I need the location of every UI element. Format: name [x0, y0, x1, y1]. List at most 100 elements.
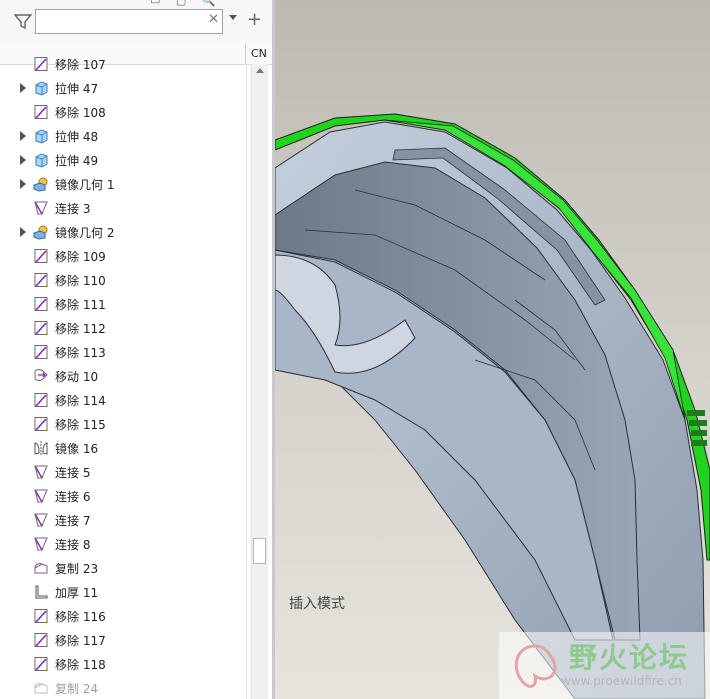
tree-item-label: 连接 7 — [55, 514, 91, 528]
tree-item-label: 镜像几何 2 — [55, 226, 115, 240]
connect-icon — [33, 488, 49, 504]
tree-item[interactable]: 移除 113 — [0, 340, 244, 364]
toolbar-icons[interactable]: ▭ ▢ 🔍 — [150, 0, 221, 7]
model-tree: 移除 107 拉伸 47 移除 108 拉伸 48 拉伸 49 镜像几何 1 连接 3 镜像几… — [0, 54, 244, 699]
forum-watermark: 野火论坛 www.proewildfire.cn — [499, 632, 710, 699]
tree-item-label: 移除 107 — [55, 58, 106, 72]
tree-item-label: 连接 3 — [55, 202, 91, 216]
tree-item-label: 镜像 16 — [55, 442, 99, 456]
tree-item-label: 移除 118 — [55, 658, 106, 672]
copy-icon — [33, 560, 49, 576]
expand-chevron-right-icon[interactable] — [20, 131, 26, 141]
tree-item[interactable]: 移除 115 — [0, 412, 244, 436]
tree-toolbar: ▭ ▢ 🔍 ✕ + — [0, 0, 272, 48]
tree-item[interactable]: 镜像几何 2 — [0, 220, 244, 244]
copy-icon — [33, 680, 49, 696]
tree-item-label: 连接 8 — [55, 538, 91, 552]
tree-item[interactable]: 移除 110 — [0, 268, 244, 292]
expand-chevron-right-icon[interactable] — [20, 227, 26, 237]
tree-item[interactable]: 移除 114 — [0, 388, 244, 412]
tree-item-label: 移除 110 — [55, 274, 106, 288]
tree-item-label: 拉伸 47 — [55, 82, 99, 96]
remove-feature-icon — [33, 296, 49, 312]
remove-feature-icon — [33, 248, 49, 264]
tree-item-label: 移除 112 — [55, 322, 106, 336]
tree-item[interactable]: 连接 3 — [0, 196, 244, 220]
mirror-geometry-icon — [33, 224, 49, 240]
expand-chevron-right-icon[interactable] — [20, 155, 26, 165]
remove-feature-icon — [33, 104, 49, 120]
remove-feature-icon — [33, 392, 49, 408]
scroll-up-icon[interactable] — [256, 68, 264, 73]
tree-item[interactable]: 连接 5 — [0, 460, 244, 484]
tree-item[interactable]: 连接 8 — [0, 532, 244, 556]
search-options-chevron-down-icon[interactable] — [229, 15, 237, 20]
tree-item[interactable]: 移除 118 — [0, 652, 244, 676]
tree-item-label: 复制 23 — [55, 562, 99, 576]
tree-item[interactable]: 镜像 16 — [0, 436, 244, 460]
tree-item-label: 移除 116 — [55, 610, 106, 624]
tree-item[interactable]: 拉伸 48 — [0, 124, 244, 148]
connect-icon — [33, 512, 49, 528]
remove-feature-icon — [33, 56, 49, 72]
tree-item[interactable]: 复制 24 — [0, 676, 244, 699]
expand-chevron-right-icon[interactable] — [20, 83, 26, 93]
tree-item-label: 移除 114 — [55, 394, 106, 408]
clear-search-icon[interactable]: ✕ — [208, 12, 219, 27]
thicken-icon — [33, 584, 49, 600]
search-input[interactable]: ✕ — [35, 9, 223, 34]
tree-item-label: 移除 109 — [55, 250, 106, 264]
tree-item[interactable]: 移除 112 — [0, 316, 244, 340]
tree-item-label: 连接 6 — [55, 490, 91, 504]
watermark-url: www.proewildfire.cn — [561, 674, 682, 688]
remove-feature-icon — [33, 632, 49, 648]
move-icon — [33, 368, 49, 384]
extrude-icon — [33, 128, 49, 144]
tree-scrollbar[interactable] — [251, 64, 268, 699]
column-separator[interactable] — [245, 44, 246, 64]
watermark-title: 野火论坛 — [569, 641, 690, 674]
tree-item-label: 拉伸 49 — [55, 154, 99, 168]
tree-item-label: 拉伸 48 — [55, 130, 99, 144]
remove-feature-icon — [33, 656, 49, 672]
tree-item[interactable]: 拉伸 49 — [0, 148, 244, 172]
tree-item[interactable]: 复制 23 — [0, 556, 244, 580]
tree-item[interactable]: 连接 6 — [0, 484, 244, 508]
tree-item-label: 复制 24 — [55, 682, 99, 696]
tree-item-label: 移除 111 — [55, 298, 106, 312]
tree-item-label: 移除 115 — [55, 418, 106, 432]
tree-item[interactable]: 加厚 11 — [0, 580, 244, 604]
mirror-icon — [33, 440, 49, 456]
tree-item-label: 移动 10 — [55, 370, 99, 384]
column-divider — [246, 64, 247, 699]
tree-item-label: 加厚 11 — [55, 586, 99, 600]
expand-chevron-right-icon[interactable] — [20, 179, 26, 189]
connect-icon — [33, 536, 49, 552]
tree-item-label: 移除 113 — [55, 346, 106, 360]
tree-item-label: 连接 5 — [55, 466, 91, 480]
tree-item-label: 移除 117 — [55, 634, 106, 648]
remove-feature-icon — [33, 344, 49, 360]
tree-item[interactable]: 移动 10 — [0, 364, 244, 388]
column-header-cn[interactable]: CN — [251, 47, 267, 60]
connect-icon — [33, 200, 49, 216]
tree-item[interactable]: 移除 108 — [0, 100, 244, 124]
tree-item[interactable]: 移除 117 — [0, 628, 244, 652]
tree-item-label: 移除 108 — [55, 106, 106, 120]
tree-item-label: 镜像几何 1 — [55, 178, 115, 192]
tree-item[interactable]: 连接 7 — [0, 508, 244, 532]
watermark-logo-icon — [514, 644, 557, 688]
tree-item[interactable]: 镜像几何 1 — [0, 172, 244, 196]
tree-item[interactable]: 移除 107 — [0, 54, 244, 76]
tree-item[interactable]: 拉伸 47 — [0, 76, 244, 100]
tree-item[interactable]: 移除 111 — [0, 292, 244, 316]
filter-icon[interactable] — [14, 14, 32, 30]
model-tree-panel: ▭ ▢ 🔍 ✕ + CN 移除 107 拉伸 47 移除 108 拉伸 48 拉伸 49… — [0, 0, 273, 699]
tree-item[interactable]: 移除 109 — [0, 244, 244, 268]
graphics-viewport[interactable]: 插入模式 野火论坛 www.proewildfire.cn — [275, 0, 710, 699]
remove-feature-icon — [33, 272, 49, 288]
add-filter-plus-icon[interactable]: + — [247, 9, 262, 30]
scroll-thumb[interactable] — [253, 538, 266, 564]
extrude-icon — [33, 152, 49, 168]
tree-item[interactable]: 移除 116 — [0, 604, 244, 628]
